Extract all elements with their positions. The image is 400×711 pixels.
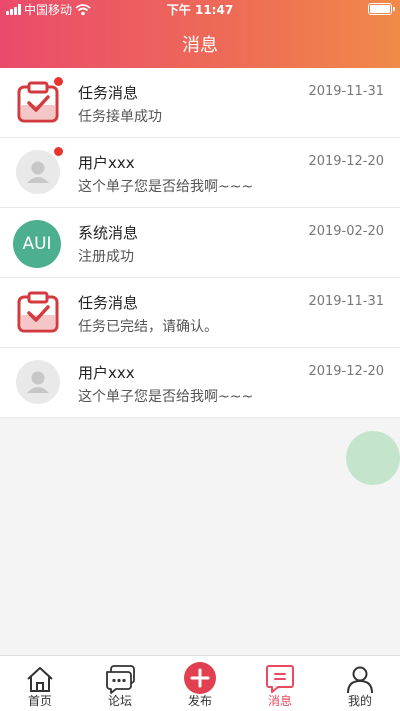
- message-icon: [266, 665, 294, 693]
- publish-plus-icon: [184, 662, 216, 694]
- message-date: 2019-02-20: [308, 224, 384, 239]
- forum-icon: [106, 665, 135, 694]
- message-item[interactable]: AUI 系统消息 2019-02-20 注册成功: [0, 208, 400, 278]
- message-preview: 注册成功: [78, 249, 134, 265]
- message-item[interactable]: 用户xxx 2019-12-20 这个单子您是否给我啊~~~: [0, 138, 400, 208]
- tab-publish[interactable]: 发布: [160, 656, 240, 711]
- battery-icon: [368, 3, 395, 15]
- message-list: 任务消息 2019-11-31 任务接单成功 用户xxx 2019-12-20 …: [0, 68, 400, 418]
- message-sender: 系统消息: [78, 224, 139, 242]
- person-icon: [16, 360, 60, 404]
- bottom-tab-bar: 首页 论坛 发布 消息 我的: [0, 655, 400, 711]
- tab-home[interactable]: 首页: [0, 656, 80, 711]
- app-header: 中国移动 下午 11:47 消息: [0, 0, 400, 68]
- user-avatar: [16, 147, 63, 194]
- message-sender: 任务消息: [78, 84, 139, 102]
- tab-label: 发布: [187, 694, 212, 708]
- message-sender: 用户xxx: [78, 154, 135, 172]
- task-clipboard-icon: [17, 81, 59, 123]
- user-avatar: [16, 360, 60, 404]
- tab-profile[interactable]: 我的: [320, 656, 400, 711]
- tab-label: 消息: [267, 694, 292, 708]
- message-date: 2019-11-31: [308, 84, 384, 99]
- profile-icon: [347, 666, 373, 694]
- message-item[interactable]: 用户xxx 2019-12-20 这个单子您是否给我啊~~~: [0, 348, 400, 418]
- task-clipboard-icon: [17, 291, 59, 333]
- tab-label: 首页: [27, 694, 52, 708]
- floating-assistive-button[interactable]: [346, 431, 400, 485]
- unread-dot: [54, 147, 63, 156]
- message-sender: 用户xxx: [78, 364, 135, 382]
- message-preview: 任务接单成功: [78, 109, 162, 125]
- message-date: 2019-12-20: [308, 154, 384, 169]
- message-date: 2019-11-31: [308, 294, 384, 309]
- unread-dot: [54, 77, 63, 86]
- tab-messages[interactable]: 消息: [240, 656, 320, 711]
- status-time: 下午 11:47: [166, 3, 234, 17]
- message-preview: 这个单子您是否给我啊~~~: [78, 389, 254, 405]
- status-bar: 中国移动 下午 11:47: [0, 0, 400, 18]
- page-title: 消息: [182, 35, 218, 56]
- tab-forum[interactable]: 论坛: [80, 656, 160, 711]
- message-date: 2019-12-20: [308, 364, 384, 379]
- system-avatar: AUI: [13, 220, 61, 268]
- tab-label: 论坛: [107, 694, 132, 708]
- person-icon: [16, 150, 60, 194]
- message-sender: 任务消息: [78, 294, 139, 312]
- message-item[interactable]: 任务消息 2019-11-31 任务已完结，请确认。: [0, 278, 400, 348]
- message-item[interactable]: 任务消息 2019-11-31 任务接单成功: [0, 68, 400, 138]
- message-preview: 任务已完结，请确认。: [78, 319, 218, 335]
- tab-label: 我的: [347, 694, 372, 708]
- task-avatar: [16, 77, 63, 124]
- home-icon: [27, 667, 53, 692]
- message-preview: 这个单子您是否给我啊~~~: [78, 179, 254, 195]
- task-avatar: [16, 290, 60, 334]
